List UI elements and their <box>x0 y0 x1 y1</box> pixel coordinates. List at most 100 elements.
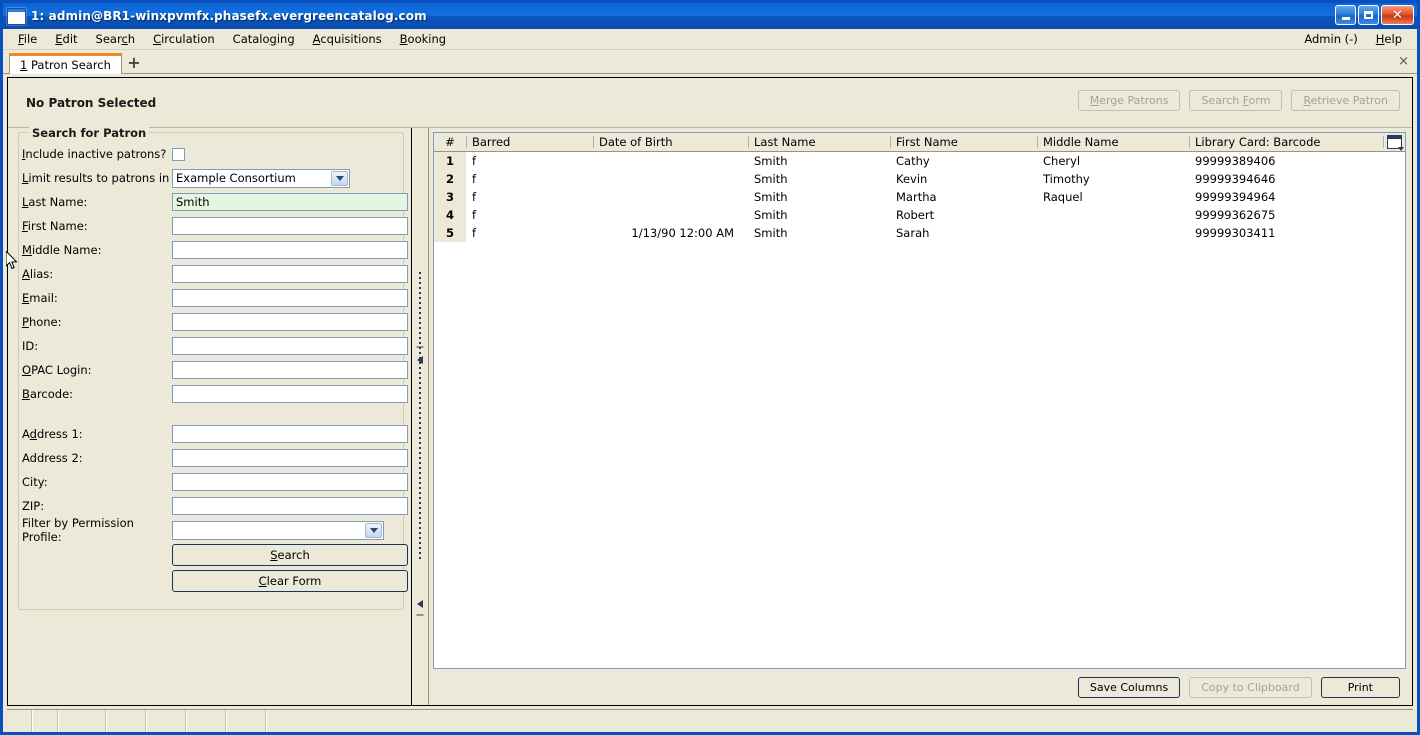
column-picker-icon[interactable] <box>1386 135 1404 151</box>
column-header-barred[interactable]: Barred <box>466 133 593 152</box>
column-header-first-name[interactable]: First Name <box>890 133 1037 152</box>
permission-profile-select[interactable] <box>172 520 384 540</box>
close-button[interactable] <box>1381 5 1414 25</box>
search-form-button[interactable]: Search Form <box>1189 90 1283 111</box>
field-row-alias: Alias: <box>22 262 408 286</box>
city-input[interactable] <box>172 473 408 491</box>
last-name-input[interactable] <box>172 193 408 211</box>
id-input[interactable] <box>172 337 408 355</box>
window-chrome: File Edit Search Circulation Cataloging … <box>3 29 1417 732</box>
cell-num: 5 <box>434 223 466 242</box>
field-row-address-2: Address 2: <box>22 446 408 470</box>
window-caption-buttons <box>1335 5 1414 25</box>
chevron-down-icon <box>365 522 382 538</box>
cell-middle_name <box>1037 206 1189 224</box>
maximize-button[interactable] <box>1358 5 1379 25</box>
address-1-input[interactable] <box>172 425 408 443</box>
cell-barred: f <box>472 171 477 186</box>
column-header-barcode[interactable]: Library Card: Barcode <box>1189 133 1383 152</box>
label-phone: Phone: <box>22 315 62 329</box>
table-row[interactable]: 4 f Smith Robert 99999362675 <box>434 205 1405 224</box>
column-header-dob[interactable]: Date of Birth <box>593 133 748 152</box>
menu-item-cataloging[interactable]: Cataloging <box>224 30 304 48</box>
pane-splitter[interactable] <box>412 128 429 705</box>
splitter-grip[interactable] <box>419 271 421 562</box>
menu-item-admin[interactable]: Admin (-) <box>1295 30 1366 48</box>
label-include-inactive: Include inactive patrons? <box>22 147 167 161</box>
status-bar <box>7 709 1413 732</box>
menu-item-help[interactable]: Help <box>1367 30 1411 48</box>
table-row[interactable]: 1 f Smith Cathy Cheryl 99999389406 <box>434 151 1405 170</box>
address-2-input[interactable] <box>172 449 408 467</box>
cell-first_name: Sarah <box>896 225 930 240</box>
label-opac-login: OPAC Login: <box>22 363 92 377</box>
status-cell <box>107 710 147 732</box>
search-button[interactable]: Search <box>172 544 408 566</box>
table-row[interactable]: 3 f Smith Martha Raquel 99999394964 <box>434 187 1405 206</box>
cell-num: 2 <box>434 169 466 188</box>
column-picker-header[interactable] <box>1383 133 1405 152</box>
menu-item-circulation[interactable]: Circulation <box>144 30 224 48</box>
cell-first_name: Kevin <box>896 171 928 186</box>
tab-number: 1 <box>20 58 28 72</box>
minimize-button[interactable] <box>1335 5 1356 25</box>
results-footer: Save Columns Copy to Clipboard Print <box>433 669 1406 705</box>
zip-input[interactable] <box>172 497 408 515</box>
field-row-zip: ZIP: <box>22 494 408 518</box>
label-first-name: First Name: <box>22 219 88 233</box>
form-row-search-button: Search <box>22 542 408 568</box>
label-limit-org: Limit results to patrons in <box>22 171 170 185</box>
cell-barcode: 99999303411 <box>1195 225 1276 240</box>
cell-dob: 1/13/90 12:00 AM <box>631 225 734 240</box>
menu-item-search[interactable]: Search <box>87 30 145 48</box>
middle-name-input[interactable] <box>172 241 408 259</box>
email-input[interactable] <box>172 289 408 307</box>
field-row-address-1: Address 1: <box>22 422 408 446</box>
opac-login-input[interactable] <box>172 361 408 379</box>
cell-dob <box>593 152 748 170</box>
retrieve-patron-button[interactable]: Retrieve Patron <box>1291 90 1400 111</box>
status-cell <box>267 710 1413 732</box>
copy-to-clipboard-button[interactable]: Copy to Clipboard <box>1189 676 1312 698</box>
label-last-name: Last Name: <box>22 195 88 209</box>
column-header-last-name[interactable]: Last Name <box>748 133 890 152</box>
merge-patrons-button[interactable]: Merge Patrons <box>1077 90 1181 111</box>
field-row-last-name: Last Name: <box>22 190 408 214</box>
close-tab-button[interactable]: × <box>1398 54 1409 69</box>
menu-item-edit[interactable]: Edit <box>46 30 86 48</box>
first-name-input[interactable] <box>172 217 408 235</box>
search-pane: Search for Patron Include inactive patro… <box>8 126 412 705</box>
results-table-body: 1 f Smith Cathy Cheryl 99999389406 2 f Smith Kevi… <box>434 151 1405 242</box>
table-row[interactable]: 2 f Smith Kevin Timothy 99999394646 <box>434 169 1405 188</box>
results-pane: # Barred Date of Birth Last Name First N… <box>429 128 1412 705</box>
status-cell <box>147 710 187 732</box>
menu-item-booking[interactable]: Booking <box>391 30 455 48</box>
label-zip: ZIP: <box>22 499 45 513</box>
clear-form-button[interactable]: Clear Form <box>172 570 408 592</box>
new-tab-button[interactable]: + <box>122 52 146 73</box>
splitter-collapse-left-icon-2[interactable] <box>417 600 423 608</box>
menu-bar-right: Admin (-) Help <box>1295 29 1411 49</box>
menu-item-file[interactable]: File <box>9 30 46 48</box>
label-id: ID: <box>22 339 39 353</box>
limit-org-select[interactable]: Example Consortium <box>172 168 350 188</box>
form-row-clear-form-button: Clear Form <box>22 568 408 594</box>
menu-item-acquisitions[interactable]: Acquisitions <box>304 30 391 48</box>
cell-first_name: Cathy <box>896 153 930 168</box>
tab-patron-search[interactable]: 1 Patron Search <box>9 53 122 74</box>
include-inactive-checkbox[interactable] <box>172 147 185 161</box>
phone-input[interactable] <box>172 313 408 331</box>
alias-input[interactable] <box>172 265 408 283</box>
table-row[interactable]: 5 f 1/13/90 12:00 AM Smith Sarah 99999303411 <box>434 223 1405 242</box>
title-bar: 1: admin@BR1-winxpvmfx.phasefx.evergreen… <box>3 3 1417 29</box>
barcode-input[interactable] <box>172 385 408 403</box>
print-button[interactable]: Print <box>1320 676 1400 698</box>
cell-spacer <box>1383 224 1405 242</box>
column-header-middle-name[interactable]: Middle Name <box>1037 133 1189 152</box>
save-columns-button[interactable]: Save Columns <box>1077 676 1181 698</box>
label-address-1: Address 1: <box>22 427 83 441</box>
field-row-phone: Phone: <box>22 310 408 334</box>
column-header-num[interactable]: # <box>434 133 466 152</box>
tab-bar: 1 Patron Search + × <box>3 50 1417 74</box>
page-title: No Patron Selected <box>26 95 157 110</box>
